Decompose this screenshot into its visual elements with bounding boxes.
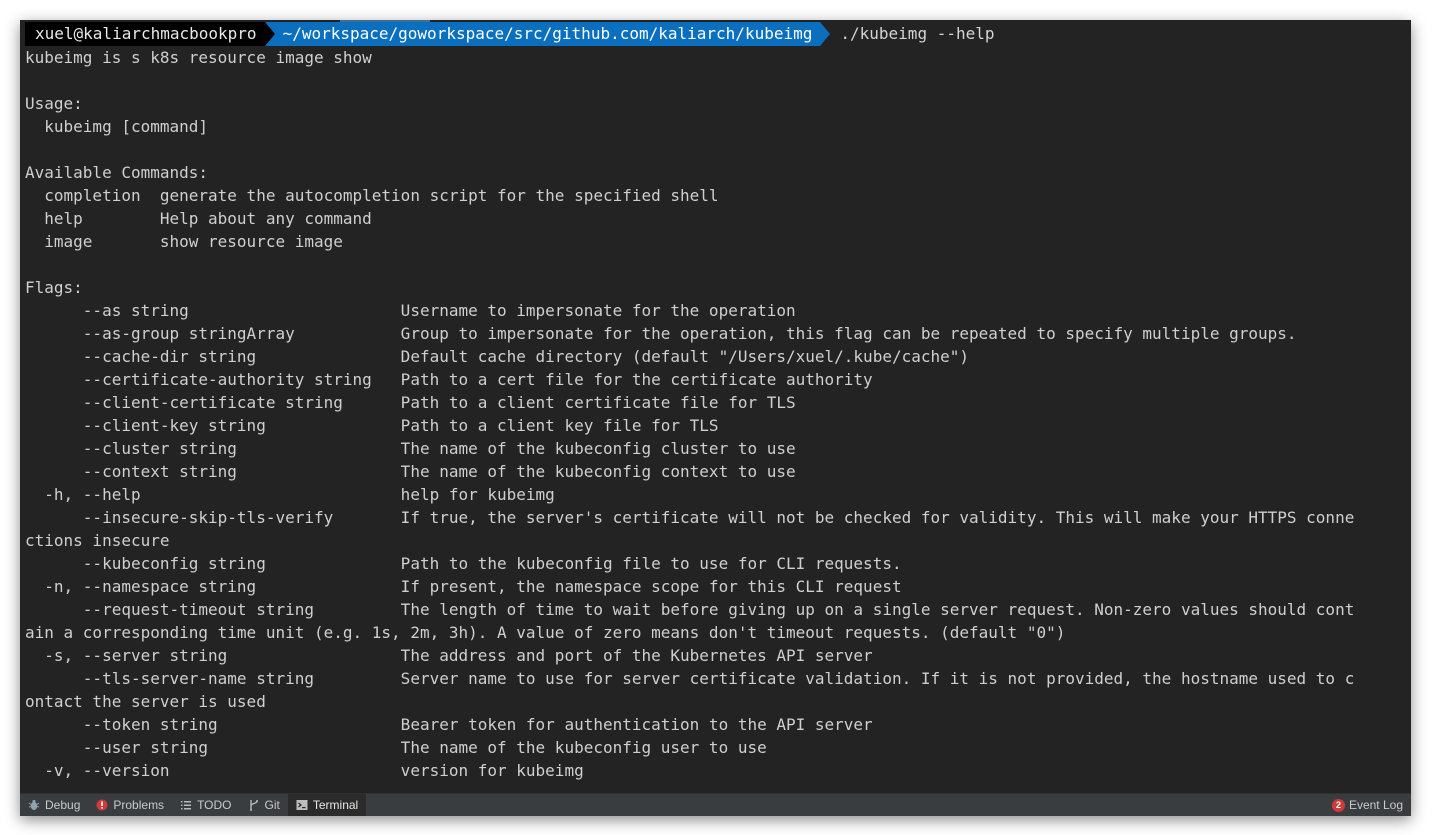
tab-debug-label: Debug — [45, 798, 81, 812]
output-line: --context string The name of the kubecon… — [25, 462, 796, 481]
prompt-path: ~/workspace/goworkspace/src/github.com/k… — [274, 22, 821, 46]
event-log-label: Event Log — [1348, 798, 1403, 812]
output-line: -h, --help help for kubeimg — [25, 485, 555, 504]
tab-todo-label: TODO — [197, 798, 232, 812]
tab-problems[interactable]: Problems — [88, 794, 172, 816]
output-line: Usage: — [25, 94, 83, 113]
event-log-button[interactable]: 2 Event Log — [1324, 794, 1411, 816]
output-line: --cache-dir string Default cache directo… — [25, 347, 970, 366]
output-line: ontact the server is used — [25, 692, 266, 711]
tool-window-bar: Debug Problems TODO Git Terminal 2 Event… — [20, 793, 1411, 816]
output-line: --kubeconfig string Path to the kubeconf… — [25, 554, 902, 573]
event-count-badge: 2 — [1331, 798, 1345, 812]
prompt-end-arrow — [820, 22, 831, 46]
output-line: completion generate the autocompletion s… — [25, 186, 719, 205]
output-line: --as string Username to impersonate for … — [25, 301, 796, 320]
output-line: help Help about any command — [25, 209, 372, 228]
output-line: Flags: — [25, 278, 83, 297]
list-icon — [180, 799, 192, 811]
output-line: -v, --version version for kubeimg — [25, 761, 584, 780]
shell-prompt: xuel@kaliarchmacbookpro ~/workspace/gowo… — [25, 22, 995, 46]
output-line: -n, --namespace string If present, the n… — [25, 577, 902, 596]
output-line: kubeimg [command] — [25, 117, 209, 136]
terminal-panel[interactable]: xuel@kaliarchmacbookpro ~/workspace/gowo… — [20, 20, 1411, 794]
output-line: ctions insecure — [25, 531, 170, 550]
tab-git[interactable]: Git — [240, 794, 288, 816]
output-line: --request-timeout string The length of t… — [25, 600, 1355, 619]
prompt-user: xuel@kaliarchmacbookpro — [25, 22, 265, 46]
typed-command: ./kubeimg --help — [840, 24, 995, 43]
tab-problems-label: Problems — [113, 798, 165, 812]
command-output: kubeimg is s k8s resource image show Usag… — [25, 46, 1410, 782]
tab-terminal[interactable]: Terminal — [287, 794, 367, 816]
output-line: --client-key string Path to a client key… — [25, 416, 719, 435]
output-line: --as-group stringArray Group to imperson… — [25, 324, 1297, 343]
output-line: -s, --server string The address and port… — [25, 646, 873, 665]
output-line: --user string The name of the kubeconfig… — [25, 738, 767, 757]
branch-icon — [248, 799, 260, 811]
output-line: Available Commands: — [25, 163, 209, 182]
output-line: --token string Bearer token for authenti… — [25, 715, 873, 734]
output-line: kubeimg is s k8s resource image show — [25, 48, 372, 67]
output-line: ain a corresponding time unit (e.g. 1s, … — [25, 623, 1066, 642]
output-line: --tls-server-name string Server name to … — [25, 669, 1355, 688]
tab-git-label: Git — [264, 798, 280, 812]
tab-debug[interactable]: Debug — [20, 794, 88, 816]
terminal-icon — [296, 799, 308, 811]
error-icon — [96, 799, 108, 811]
bug-icon — [28, 799, 40, 811]
output-line: --client-certificate string Path to a cl… — [25, 393, 796, 412]
prompt-separator-arrow — [264, 22, 275, 46]
ide-window: xuel@kaliarchmacbookpro ~/workspace/gowo… — [20, 20, 1411, 816]
tab-terminal-label: Terminal — [312, 798, 359, 812]
tab-todo[interactable]: TODO — [172, 794, 239, 816]
output-line: --cluster string The name of the kubecon… — [25, 439, 796, 458]
output-line: image show resource image — [25, 232, 343, 251]
output-line: --certificate-authority string Path to a… — [25, 370, 873, 389]
output-line: --insecure-skip-tls-verify If true, the … — [25, 508, 1355, 527]
